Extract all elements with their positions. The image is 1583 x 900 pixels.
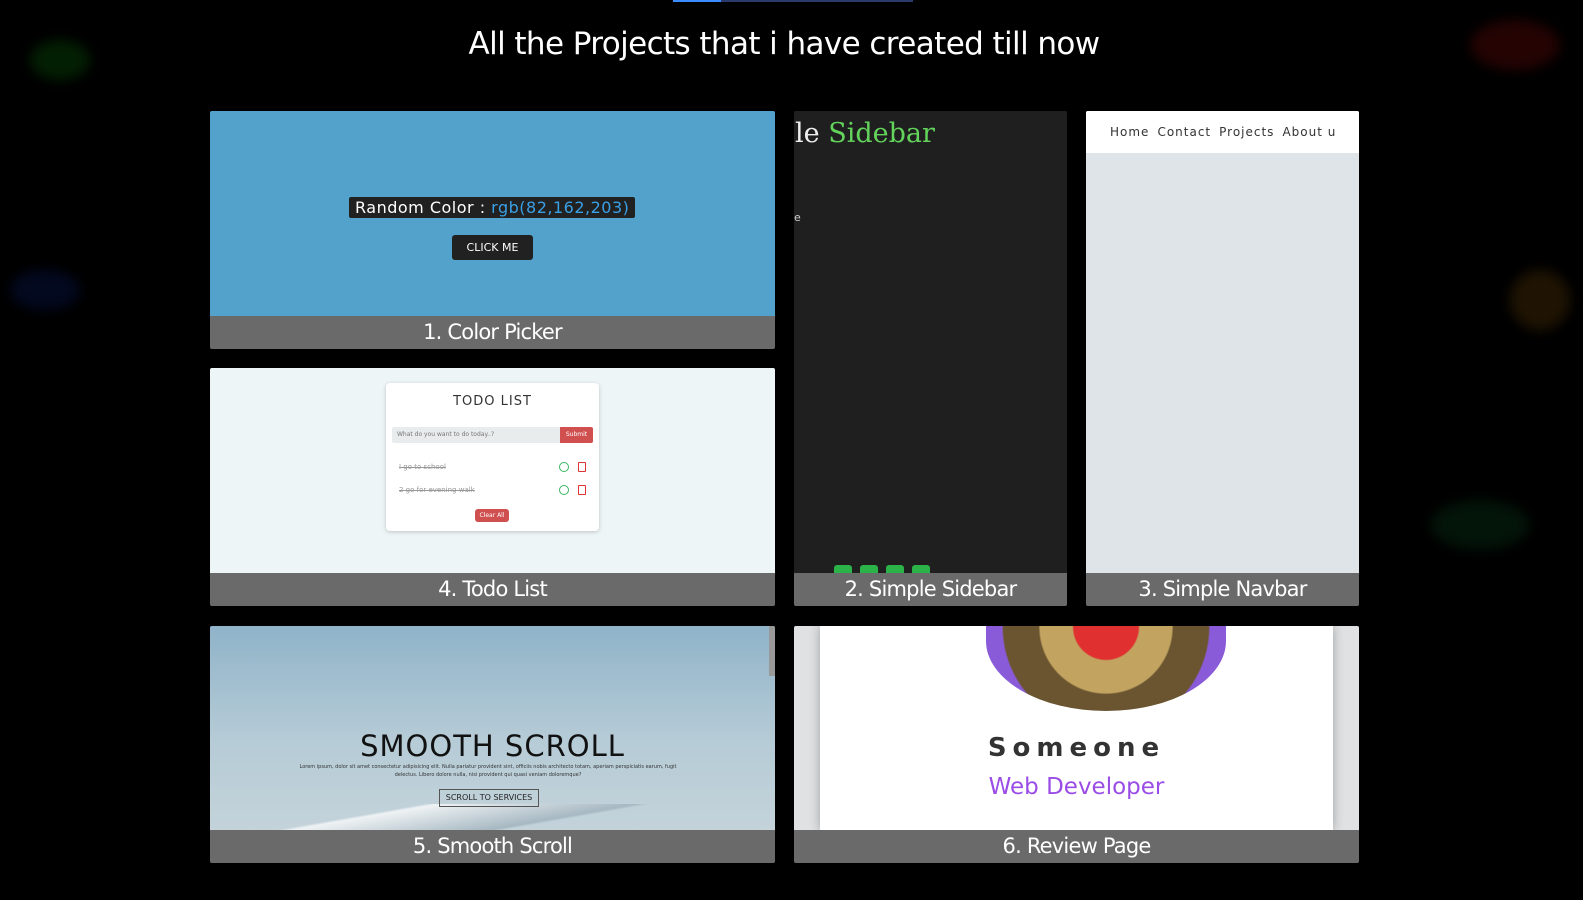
reviewer-role: Web Developer	[988, 774, 1165, 800]
project-card-simple-sidebar[interactable]: le Sidebar e 2. Simple Sidebar	[794, 111, 1067, 606]
random-color-value: rgb(82,162,203)	[491, 198, 630, 217]
project-caption: 6. Review Page	[794, 830, 1359, 863]
project-card-smooth-scroll[interactable]: SMOOTH SCROLL Lorem ipsum, dolor sit ame…	[210, 626, 775, 863]
review-card: Someone Web Developer	[820, 626, 1333, 830]
click-me-button: CLICK ME	[452, 235, 533, 260]
project-card-todo-list[interactable]: TODO LIST What do you want to do today..…	[210, 368, 775, 606]
mountain-image	[210, 804, 775, 830]
todo-submit-button: Submit	[560, 427, 593, 443]
background-decoration	[10, 270, 80, 310]
sidebar-heading: le Sidebar	[795, 118, 935, 149]
navbar-preview-bar: Home Contact Projects About u	[1086, 111, 1359, 153]
sidebar-heading-accent: Sidebar	[828, 118, 935, 149]
twitter-icon	[860, 565, 878, 573]
project-caption: 5. Smooth Scroll	[210, 830, 775, 863]
smooth-scroll-body: Lorem ipsum, dolor sit amet consectetur …	[299, 764, 677, 778]
todo-title: TODO LIST	[453, 394, 532, 409]
color-picker-preview: Random Color : rgb(82,162,203) CLICK ME	[210, 111, 775, 316]
project-card-simple-navbar[interactable]: Home Contact Projects About u 3. Simple …	[1086, 111, 1359, 606]
random-color-text: Random Color :	[355, 198, 492, 217]
smooth-scroll-preview: SMOOTH SCROLL Lorem ipsum, dolor sit ame…	[210, 626, 775, 830]
project-caption: 2. Simple Sidebar	[794, 573, 1067, 606]
project-card-color-picker[interactable]: Random Color : rgb(82,162,203) CLICK ME …	[210, 111, 775, 349]
todo-box: TODO LIST What do you want to do today..…	[386, 383, 599, 531]
background-decoration	[1510, 270, 1570, 330]
background-decoration	[1430, 500, 1530, 550]
smooth-scroll-heading: SMOOTH SCROLL	[360, 729, 625, 763]
sidebar-heading-prefix: le	[795, 118, 829, 149]
project-caption: 4. Todo List	[210, 573, 775, 606]
github-icon	[886, 565, 904, 573]
instagram-icon	[912, 565, 930, 573]
clear-all-button: Clear All	[475, 509, 509, 522]
trash-icon	[578, 462, 586, 472]
todo-preview: TODO LIST What do you want to do today..…	[210, 368, 775, 573]
check-icon	[559, 462, 569, 472]
todo-item: I go to school	[399, 463, 446, 471]
check-icon	[559, 485, 569, 495]
project-card-review-page[interactable]: Someone Web Developer 6. Review Page	[794, 626, 1359, 863]
project-caption: 1. Color Picker	[210, 316, 775, 349]
review-preview: Someone Web Developer	[794, 626, 1359, 830]
avatar	[986, 626, 1226, 711]
nav-link-projects: Projects	[1219, 125, 1275, 139]
reviewer-name: Someone	[987, 733, 1166, 763]
nav-link-home: Home	[1110, 125, 1150, 139]
facebook-icon	[834, 565, 852, 573]
project-caption: 3. Simple Navbar	[1086, 573, 1359, 606]
nav-link-about: About u	[1282, 125, 1337, 139]
sidebar-preview: le Sidebar e	[794, 111, 1067, 573]
navbar-preview: Home Contact Projects About u	[1086, 111, 1359, 573]
random-color-label: Random Color : rgb(82,162,203)	[349, 197, 636, 218]
sidebar-side-text: e	[794, 211, 801, 224]
trash-icon	[578, 485, 586, 495]
todo-input: What do you want to do today..?	[392, 427, 560, 443]
top-progress-bar	[673, 0, 913, 2]
page-title: All the Projects that i have created til…	[468, 26, 1100, 62]
todo-item: 2 go for evening walk	[399, 486, 475, 494]
social-icons	[834, 565, 930, 573]
scrollbar	[769, 626, 775, 676]
nav-link-contact: Contact	[1157, 125, 1212, 139]
scroll-to-services-button: SCROLL TO SERVICES	[439, 789, 539, 807]
